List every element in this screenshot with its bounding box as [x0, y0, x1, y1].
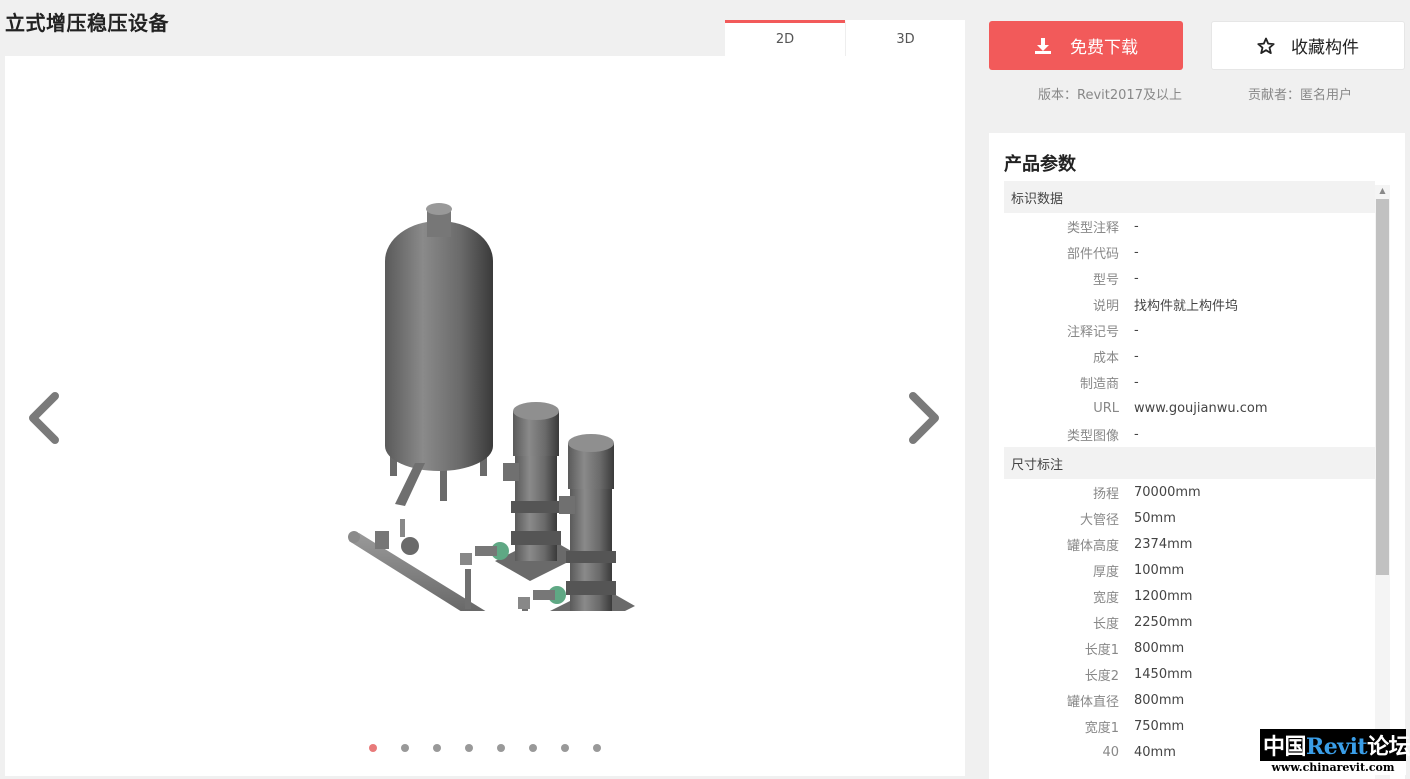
site-watermark-logo: 中国Revit论坛 www.chinarevit.com [1260, 729, 1410, 775]
param-value: 2250mm [1134, 614, 1193, 630]
prev-arrow-icon[interactable] [23, 390, 63, 446]
param-row: 制造商 - [1004, 369, 1375, 395]
param-row: 型号 - [1004, 265, 1375, 291]
param-label: 长度 [1092, 616, 1119, 632]
param-label: 大管径 [1079, 512, 1119, 528]
watermark-suffix: 论坛 [1367, 734, 1410, 760]
param-label: 部件代码 [1066, 246, 1119, 262]
param-label: 成本 [1092, 350, 1119, 366]
param-row: 长度 2250mm [1004, 609, 1375, 635]
param-label: 长度1 [1084, 642, 1119, 658]
carousel-dot[interactable] [497, 744, 505, 752]
carousel-dot[interactable] [529, 744, 537, 752]
download-label: 免费下载 [1070, 38, 1138, 58]
scroll-thumb[interactable] [1376, 199, 1389, 575]
carousel-dot[interactable] [369, 744, 377, 752]
param-row: 类型图像 - [1004, 421, 1375, 447]
param-row: 罐体高度 2374mm [1004, 531, 1375, 557]
param-row: 长度1 800mm [1004, 635, 1375, 661]
watermark-accent: Revit [1306, 734, 1368, 760]
param-label: 类型图像 [1066, 428, 1119, 444]
param-label: 扬程 [1092, 486, 1119, 502]
carousel-dots [5, 744, 965, 754]
param-value: 50mm [1134, 510, 1176, 526]
param-value: 100mm [1134, 562, 1185, 578]
model-viewer [5, 56, 965, 776]
param-row: 说明 找构件就上构件坞 [1004, 291, 1375, 317]
param-label: 说明 [1092, 298, 1119, 314]
star-icon [1257, 37, 1275, 54]
param-value: 1450mm [1134, 666, 1193, 682]
carousel-dot[interactable] [593, 744, 601, 752]
tab-3d[interactable]: 3D [845, 20, 965, 56]
param-value: - [1134, 244, 1139, 260]
param-value: - [1134, 322, 1139, 338]
favorite-button[interactable]: 收藏构件 [1211, 21, 1405, 70]
param-value: - [1134, 374, 1139, 390]
param-value: 40mm [1134, 744, 1176, 760]
page-title: 立式增压稳压设备 [5, 11, 169, 35]
version-text: 版本：Revit2017及以上 [1038, 88, 1182, 103]
param-label: 长度2 [1084, 668, 1119, 684]
params-list[interactable]: 标识数据 类型注释 - 部件代码 - 型号 - 说明 找构件就上构件坞 注释记号 - 成本 - 制造商 - U… [1004, 181, 1375, 779]
param-row: 类型注释 - [1004, 213, 1375, 239]
param-section-heading: 尺寸标注 [1004, 447, 1375, 479]
param-label: 厚度 [1092, 564, 1119, 580]
params-title: 产品参数 [1004, 154, 1076, 175]
download-button[interactable]: 免费下载 [989, 21, 1183, 70]
carousel-dot[interactable] [401, 744, 409, 752]
contributor-text: 贡献者：匿名用户 [1247, 88, 1352, 103]
tab-2d[interactable]: 2D [725, 20, 845, 56]
scroll-up-icon[interactable]: ▲ [1375, 185, 1390, 197]
param-value: 750mm [1134, 718, 1185, 734]
equipment-model-image [348, 203, 635, 611]
param-row: 成本 - [1004, 343, 1375, 369]
param-label: 40 [1102, 744, 1119, 760]
param-label: 注释记号 [1066, 324, 1119, 340]
param-label: 制造商 [1079, 376, 1119, 392]
param-row: 大管径 50mm [1004, 505, 1375, 531]
watermark-prefix: 中国 [1263, 734, 1307, 760]
param-row: 罐体直径 800mm [1004, 687, 1375, 713]
param-row: 扬程 70000mm [1004, 479, 1375, 505]
watermark-url: www.chinarevit.com [1260, 761, 1406, 775]
param-row: 厚度 100mm [1004, 557, 1375, 583]
param-value: - [1134, 348, 1139, 364]
param-value: 1200mm [1134, 588, 1193, 604]
param-value: - [1134, 218, 1139, 234]
param-row: 宽度 1200mm [1004, 583, 1375, 609]
param-value: - [1134, 426, 1139, 442]
param-label: 宽度 [1092, 590, 1119, 606]
param-label: 类型注释 [1066, 220, 1119, 236]
param-label: 罐体直径 [1066, 694, 1119, 710]
param-value: 2374mm [1134, 536, 1193, 552]
param-value: 找构件就上构件坞 [1134, 298, 1239, 314]
param-row: 部件代码 - [1004, 239, 1375, 265]
param-row: 注释记号 - [1004, 317, 1375, 343]
param-section-heading: 标识数据 [1004, 181, 1375, 213]
favorite-label: 收藏构件 [1291, 38, 1359, 58]
param-label: 宽度1 [1084, 720, 1119, 736]
watermark-title: 中国Revit论坛 [1263, 729, 1410, 761]
view-tabs: 2D 3D [725, 20, 965, 56]
param-value: 70000mm [1134, 484, 1201, 500]
param-label: URL [1093, 400, 1119, 416]
param-label: 型号 [1092, 272, 1119, 288]
carousel-dot[interactable] [433, 744, 441, 752]
param-label: 罐体高度 [1066, 538, 1119, 554]
param-row: URL www.goujianwu.com [1004, 395, 1375, 421]
params-panel: 产品参数 标识数据 类型注释 - 部件代码 - 型号 - 说明 找构件就上构件坞 注释记号 - 成本 -… [989, 133, 1405, 779]
download-icon [1035, 37, 1051, 54]
params-scrollbar[interactable]: ▲ [1375, 185, 1390, 779]
param-value: 800mm [1134, 692, 1185, 708]
param-value: - [1134, 270, 1139, 286]
param-value: 800mm [1134, 640, 1185, 656]
param-value: www.goujianwu.com [1134, 400, 1268, 416]
carousel-dot[interactable] [465, 744, 473, 752]
next-arrow-icon[interactable] [905, 390, 945, 446]
carousel-dot[interactable] [561, 744, 569, 752]
param-row: 长度2 1450mm [1004, 661, 1375, 687]
